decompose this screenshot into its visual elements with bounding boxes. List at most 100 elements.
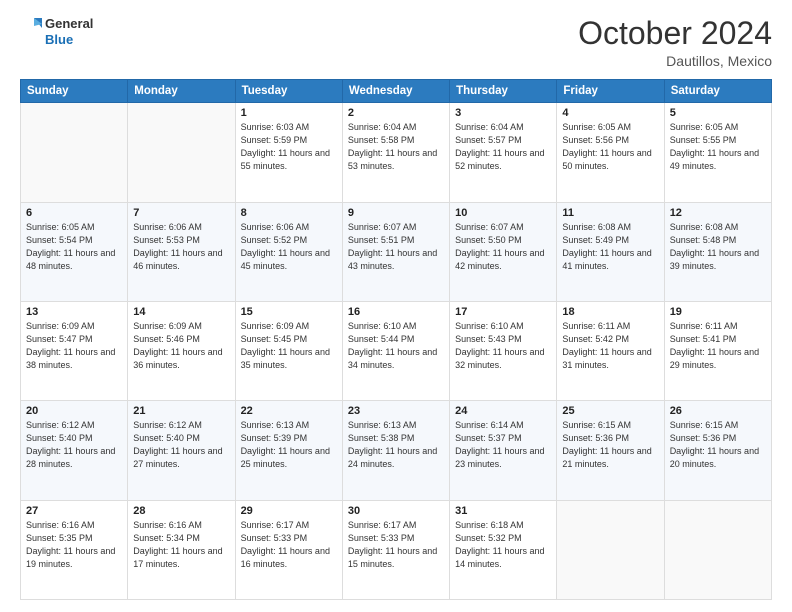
- day-info: Sunrise: 6:10 AM Sunset: 5:43 PM Dayligh…: [455, 320, 551, 372]
- calendar-cell: 23 Sunrise: 6:13 AM Sunset: 5:38 PM Dayli…: [342, 401, 449, 500]
- day-info: Sunrise: 6:11 AM Sunset: 5:41 PM Dayligh…: [670, 320, 766, 372]
- page: General Blue October 2024 Dautillos, Mex…: [0, 0, 792, 612]
- calendar-cell: [128, 103, 235, 202]
- weekday-header-monday: Monday: [128, 80, 235, 103]
- day-info: Sunrise: 6:06 AM Sunset: 5:53 PM Dayligh…: [133, 221, 229, 273]
- day-number: 18: [562, 306, 658, 318]
- day-info: Sunrise: 6:15 AM Sunset: 5:36 PM Dayligh…: [670, 419, 766, 471]
- calendar-cell: 5 Sunrise: 6:05 AM Sunset: 5:55 PM Daylig…: [664, 103, 771, 202]
- calendar-cell: 3Sunrise: 6:04 AM Sunset: 5:57 PM Daylig…: [450, 103, 557, 202]
- day-info: Sunrise: 6:11 AM Sunset: 5:42 PM Dayligh…: [562, 320, 658, 372]
- day-info: Sunrise: 6:07 AM Sunset: 5:51 PM Dayligh…: [348, 221, 444, 273]
- day-number: 2: [348, 107, 444, 119]
- logo: General Blue: [20, 16, 93, 49]
- day-info: Sunrise: 6:13 AM Sunset: 5:39 PM Dayligh…: [241, 419, 337, 471]
- calendar-cell: 25 Sunrise: 6:15 AM Sunset: 5:36 PM Dayli…: [557, 401, 664, 500]
- day-info: Sunrise: 6:17 AM Sunset: 5:33 PM Dayligh…: [348, 519, 444, 571]
- calendar-cell: 21Sunrise: 6:12 AM Sunset: 5:40 PM Dayli…: [128, 401, 235, 500]
- calendar-header-row: SundayMondayTuesdayWednesdayThursdayFrid…: [21, 80, 772, 103]
- day-number: 29: [241, 505, 337, 517]
- day-number: 6: [26, 207, 122, 219]
- day-number: 23: [348, 405, 444, 417]
- day-number: 19: [670, 306, 766, 318]
- calendar-cell: 30Sunrise: 6:17 AM Sunset: 5:33 PM Dayli…: [342, 500, 449, 599]
- calendar-cell: 29 Sunrise: 6:17 AM Sunset: 5:33 PM Dayli…: [235, 500, 342, 599]
- header: General Blue October 2024 Dautillos, Mex…: [20, 16, 772, 69]
- day-number: 25: [562, 405, 658, 417]
- day-info: Sunrise: 6:07 AM Sunset: 5:50 PM Dayligh…: [455, 221, 551, 273]
- day-info: Sunrise: 6:15 AM Sunset: 5:36 PM Dayligh…: [562, 419, 658, 471]
- day-number: 12: [670, 207, 766, 219]
- day-number: 13: [26, 306, 122, 318]
- calendar-cell: 10 Sunrise: 6:07 AM Sunset: 5:50 PM Dayli…: [450, 202, 557, 301]
- day-info: Sunrise: 6:17 AM Sunset: 5:33 PM Dayligh…: [241, 519, 337, 571]
- day-number: 4: [562, 107, 658, 119]
- weekday-header-thursday: Thursday: [450, 80, 557, 103]
- calendar-cell: 17Sunrise: 6:10 AM Sunset: 5:43 PM Dayli…: [450, 301, 557, 400]
- day-number: 14: [133, 306, 229, 318]
- calendar-cell: [21, 103, 128, 202]
- logo-bird-icon: [20, 16, 42, 44]
- calendar-cell: 31 Sunrise: 6:18 AM Sunset: 5:32 PM Dayli…: [450, 500, 557, 599]
- calendar-cell: 1 Sunrise: 6:03 AM Sunset: 5:59 PM Daylig…: [235, 103, 342, 202]
- day-info: Sunrise: 6:13 AM Sunset: 5:38 PM Dayligh…: [348, 419, 444, 471]
- calendar-cell: 4 Sunrise: 6:05 AM Sunset: 5:56 PM Daylig…: [557, 103, 664, 202]
- calendar-cell: 28Sunrise: 6:16 AM Sunset: 5:34 PM Dayli…: [128, 500, 235, 599]
- day-number: 8: [241, 207, 337, 219]
- calendar-week-row: 27Sunrise: 6:16 AM Sunset: 5:35 PM Dayli…: [21, 500, 772, 599]
- calendar-cell: 8 Sunrise: 6:06 AM Sunset: 5:52 PM Daylig…: [235, 202, 342, 301]
- day-info: Sunrise: 6:06 AM Sunset: 5:52 PM Dayligh…: [241, 221, 337, 273]
- calendar-cell: 18 Sunrise: 6:11 AM Sunset: 5:42 PM Dayli…: [557, 301, 664, 400]
- day-number: 20: [26, 405, 122, 417]
- day-number: 1: [241, 107, 337, 119]
- calendar-cell: 9 Sunrise: 6:07 AM Sunset: 5:51 PM Daylig…: [342, 202, 449, 301]
- day-number: 9: [348, 207, 444, 219]
- calendar-cell: 13Sunrise: 6:09 AM Sunset: 5:47 PM Dayli…: [21, 301, 128, 400]
- calendar-week-row: 6 Sunrise: 6:05 AM Sunset: 5:54 PM Daylig…: [21, 202, 772, 301]
- day-number: 26: [670, 405, 766, 417]
- day-number: 10: [455, 207, 551, 219]
- day-number: 16: [348, 306, 444, 318]
- day-info: Sunrise: 6:12 AM Sunset: 5:40 PM Dayligh…: [26, 419, 122, 471]
- day-info: Sunrise: 6:08 AM Sunset: 5:49 PM Dayligh…: [562, 221, 658, 273]
- day-info: Sunrise: 6:03 AM Sunset: 5:59 PM Dayligh…: [241, 121, 337, 173]
- weekday-header-saturday: Saturday: [664, 80, 771, 103]
- day-number: 5: [670, 107, 766, 119]
- day-info: Sunrise: 6:10 AM Sunset: 5:44 PM Dayligh…: [348, 320, 444, 372]
- weekday-header-sunday: Sunday: [21, 80, 128, 103]
- day-info: Sunrise: 6:08 AM Sunset: 5:48 PM Dayligh…: [670, 221, 766, 273]
- day-info: Sunrise: 6:04 AM Sunset: 5:58 PM Dayligh…: [348, 121, 444, 173]
- title-area: October 2024 Dautillos, Mexico: [578, 16, 772, 69]
- calendar-cell: 6 Sunrise: 6:05 AM Sunset: 5:54 PM Daylig…: [21, 202, 128, 301]
- calendar-cell: 12 Sunrise: 6:08 AM Sunset: 5:48 PM Dayli…: [664, 202, 771, 301]
- calendar-cell: 19 Sunrise: 6:11 AM Sunset: 5:41 PM Dayli…: [664, 301, 771, 400]
- calendar-week-row: 13Sunrise: 6:09 AM Sunset: 5:47 PM Dayli…: [21, 301, 772, 400]
- day-number: 31: [455, 505, 551, 517]
- day-info: Sunrise: 6:05 AM Sunset: 5:55 PM Dayligh…: [670, 121, 766, 173]
- day-number: 7: [133, 207, 229, 219]
- logo-graphic: General Blue: [20, 16, 93, 49]
- calendar-cell: 7 Sunrise: 6:06 AM Sunset: 5:53 PM Daylig…: [128, 202, 235, 301]
- calendar-table: SundayMondayTuesdayWednesdayThursdayFrid…: [20, 79, 772, 600]
- calendar-cell: 2 Sunrise: 6:04 AM Sunset: 5:58 PM Daylig…: [342, 103, 449, 202]
- day-number: 28: [133, 505, 229, 517]
- calendar-cell: 27Sunrise: 6:16 AM Sunset: 5:35 PM Dayli…: [21, 500, 128, 599]
- calendar-cell: 16 Sunrise: 6:10 AM Sunset: 5:44 PM Dayli…: [342, 301, 449, 400]
- calendar-week-row: 1 Sunrise: 6:03 AM Sunset: 5:59 PM Daylig…: [21, 103, 772, 202]
- weekday-header-tuesday: Tuesday: [235, 80, 342, 103]
- day-info: Sunrise: 6:12 AM Sunset: 5:40 PM Dayligh…: [133, 419, 229, 471]
- day-info: Sunrise: 6:18 AM Sunset: 5:32 PM Dayligh…: [455, 519, 551, 571]
- day-number: 27: [26, 505, 122, 517]
- location-subtitle: Dautillos, Mexico: [578, 53, 772, 69]
- day-number: 15: [241, 306, 337, 318]
- calendar-cell: 26 Sunrise: 6:15 AM Sunset: 5:36 PM Dayli…: [664, 401, 771, 500]
- calendar-cell: 20 Sunrise: 6:12 AM Sunset: 5:40 PM Dayli…: [21, 401, 128, 500]
- calendar-cell: [557, 500, 664, 599]
- day-info: Sunrise: 6:05 AM Sunset: 5:56 PM Dayligh…: [562, 121, 658, 173]
- day-number: 11: [562, 207, 658, 219]
- day-info: Sunrise: 6:05 AM Sunset: 5:54 PM Dayligh…: [26, 221, 122, 273]
- day-info: Sunrise: 6:09 AM Sunset: 5:45 PM Dayligh…: [241, 320, 337, 372]
- month-title: October 2024: [578, 16, 772, 51]
- day-number: 22: [241, 405, 337, 417]
- day-info: Sunrise: 6:04 AM Sunset: 5:57 PM Dayligh…: [455, 121, 551, 173]
